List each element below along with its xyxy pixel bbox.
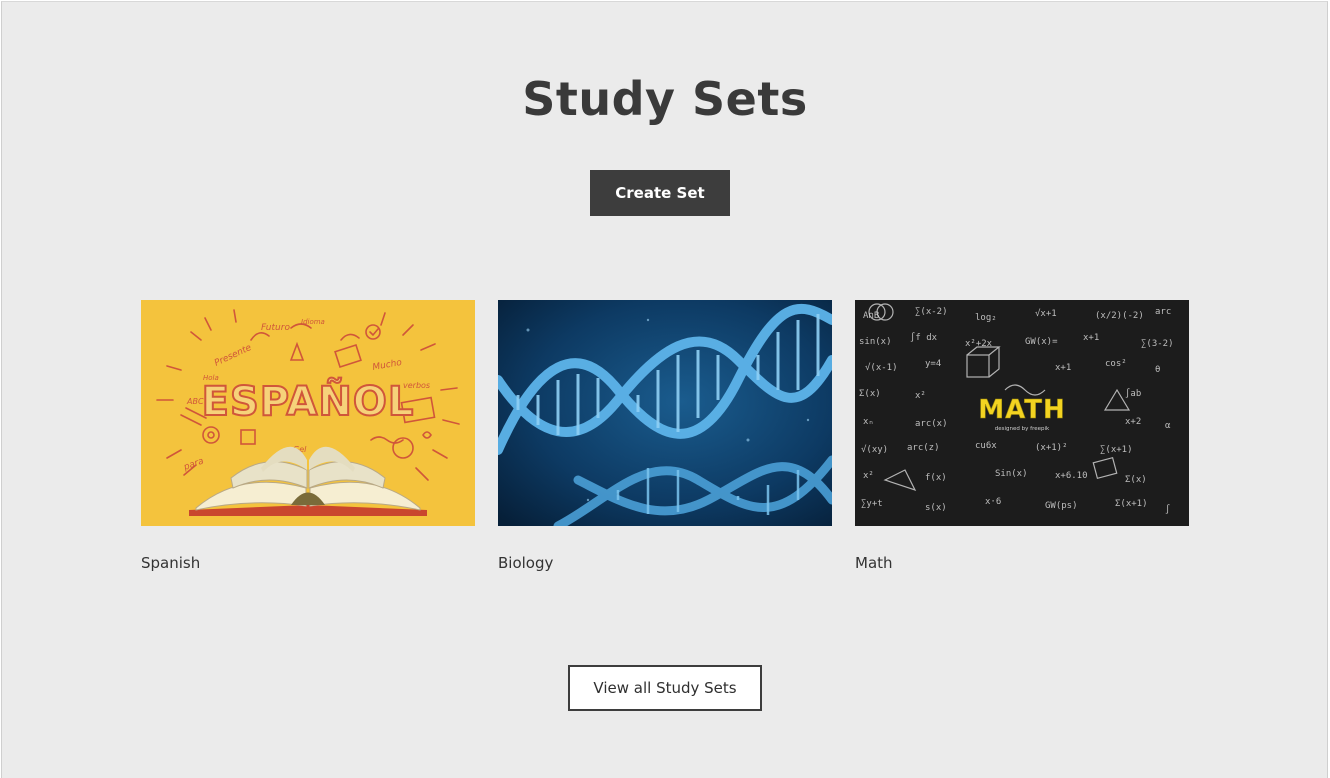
svg-text:Σ(x): Σ(x)	[859, 389, 881, 399]
svg-text:∫f dx: ∫f dx	[910, 332, 938, 343]
svg-text:Σ(x): Σ(x)	[1125, 475, 1147, 485]
study-set-card-math[interactable]: A∩B ∑(x-2) log₂ √x+1 (x/2)(-2) arc sin(x) ∫f …	[855, 300, 1189, 572]
svg-text:Σ(x+1): Σ(x+1)	[1115, 499, 1148, 509]
svg-text:∫: ∫	[1165, 504, 1170, 515]
freepik-credit: designed by freepik	[995, 426, 1050, 432]
svg-text:θ: θ	[1155, 365, 1160, 375]
svg-text:x·6: x·6	[985, 497, 1001, 507]
svg-text:Idioma: Idioma	[301, 318, 325, 326]
svg-text:∑y+t: ∑y+t	[861, 499, 883, 509]
svg-text:√(xy): √(xy)	[861, 444, 888, 455]
svg-text:∑(x+1): ∑(x+1)	[1100, 445, 1133, 455]
svg-text:Futuro: Futuro	[261, 323, 290, 333]
svg-text:x+6.10: x+6.10	[1055, 471, 1088, 481]
study-set-card-biology[interactable]: Biology	[498, 300, 832, 572]
svg-text:GW(x)=: GW(x)=	[1025, 337, 1058, 347]
svg-text:f(x): f(x)	[925, 473, 947, 483]
svg-text:s(x): s(x)	[925, 503, 947, 513]
svg-text:x+2: x+2	[1125, 417, 1141, 427]
study-set-label[interactable]: Biology	[498, 554, 832, 572]
study-set-label[interactable]: Math	[855, 554, 1189, 572]
study-set-card-spanish[interactable]: Futuro Idioma Presente Mucho verbos ABC …	[141, 300, 475, 572]
svg-text:x+1: x+1	[1083, 333, 1099, 343]
svg-text:cos²: cos²	[1105, 359, 1127, 369]
svg-text:α: α	[1165, 421, 1171, 431]
chalkboard-math-illustration[interactable]: A∩B ∑(x-2) log₂ √x+1 (x/2)(-2) arc sin(x) ∫f …	[855, 300, 1189, 526]
math-title-art: MATH	[978, 395, 1065, 425]
study-set-label[interactable]: Spanish	[141, 554, 475, 572]
svg-text:(x+1)²: (x+1)²	[1035, 443, 1068, 453]
svg-text:log₂: log₂	[975, 313, 997, 323]
svg-text:xₙ: xₙ	[863, 417, 874, 427]
svg-text:∫ab: ∫ab	[1125, 388, 1141, 399]
svg-text:√(x-1): √(x-1)	[865, 362, 898, 373]
svg-text:arc: arc	[1155, 307, 1171, 317]
svg-text:(x/2)(-2): (x/2)(-2)	[1095, 311, 1144, 321]
espanol-title-art: ESPAÑOL	[202, 377, 415, 425]
svg-text:Sin(x): Sin(x)	[995, 469, 1028, 479]
view-all-study-sets-button[interactable]: View all Study Sets	[568, 665, 762, 711]
svg-text:x²: x²	[915, 391, 926, 401]
svg-text:√x+1: √x+1	[1035, 308, 1057, 319]
svg-text:arc(x): arc(x)	[915, 419, 948, 429]
svg-text:cu6x: cu6x	[975, 441, 997, 451]
svg-text:GW(ps): GW(ps)	[1045, 501, 1078, 511]
svg-text:arc(z): arc(z)	[907, 443, 940, 453]
svg-text:x²: x²	[863, 471, 874, 481]
page-title: Study Sets	[522, 72, 808, 126]
svg-text:sin(x): sin(x)	[859, 337, 892, 347]
spanish-book-illustration[interactable]: Futuro Idioma Presente Mucho verbos ABC …	[141, 300, 475, 526]
svg-text:y=4: y=4	[925, 359, 941, 369]
svg-text:∑(x-2): ∑(x-2)	[915, 307, 948, 317]
svg-text:x+1: x+1	[1055, 363, 1071, 373]
dna-helix-photo[interactable]	[498, 300, 832, 526]
svg-text:∑(3-2): ∑(3-2)	[1141, 339, 1174, 349]
create-set-button[interactable]: Create Set	[590, 170, 730, 216]
